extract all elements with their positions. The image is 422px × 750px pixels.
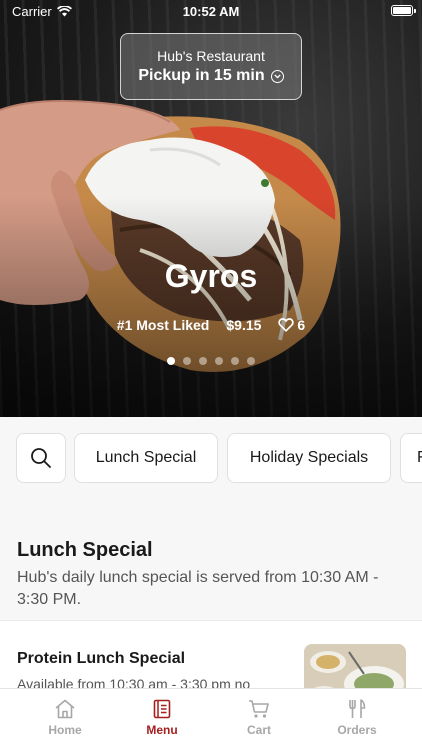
carousel-dot[interactable] bbox=[215, 357, 223, 365]
carousel-dot[interactable] bbox=[199, 357, 207, 365]
tab-menu-label: Menu bbox=[146, 723, 178, 737]
section-title: Lunch Special bbox=[17, 539, 153, 561]
tab-bar: Home Menu Cart Orders bbox=[0, 688, 422, 750]
tab-home-label: Home bbox=[48, 723, 82, 737]
like-count-value: 6 bbox=[297, 317, 306, 333]
tab-orders[interactable]: Orders bbox=[317, 699, 397, 737]
orders-icon bbox=[349, 699, 366, 718]
heart-icon bbox=[278, 318, 295, 332]
hero-gradient bbox=[0, 197, 422, 417]
featured-hero[interactable]: Carrier 10:52 AM Hub's Restaurant Pickup… bbox=[0, 0, 422, 417]
menu-item-name: Protein Lunch Special bbox=[17, 650, 186, 667]
carousel-dot[interactable] bbox=[231, 357, 239, 365]
tab-cart-label: Cart bbox=[246, 723, 271, 737]
category-strip[interactable]: Lunch Special Holiday Specials F bbox=[0, 417, 422, 499]
pickup-selector[interactable]: Hub's Restaurant Pickup in 15 min bbox=[120, 33, 302, 100]
status-time: 10:52 AM bbox=[182, 4, 240, 19]
featured-dish-meta: #1 Most Liked $9.15 6 bbox=[0, 317, 422, 333]
featured-dish-name: Gyros bbox=[164, 258, 258, 294]
pickup-time-label: Pickup in 15 min bbox=[138, 67, 265, 84]
restaurant-name: Hub's Restaurant bbox=[157, 48, 265, 64]
tab-cart[interactable]: Cart bbox=[219, 699, 299, 737]
featured-price: $9.15 bbox=[226, 317, 262, 333]
category-chip-holiday-specials[interactable]: Holiday Specials bbox=[227, 433, 391, 483]
tab-home[interactable]: Home bbox=[25, 699, 105, 737]
like-count[interactable]: 6 bbox=[278, 317, 305, 333]
battery-icon bbox=[391, 5, 416, 16]
carousel-dots[interactable] bbox=[0, 357, 422, 365]
most-liked-badge: #1 Most Liked bbox=[116, 317, 210, 333]
tab-orders-label: Orders bbox=[337, 723, 377, 737]
carousel-dot[interactable] bbox=[247, 357, 255, 365]
carousel-dot[interactable] bbox=[183, 357, 191, 365]
menu-icon bbox=[153, 699, 171, 719]
search-button[interactable] bbox=[16, 433, 66, 483]
home-icon bbox=[55, 699, 75, 719]
status-bar: Carrier 10:52 AM bbox=[0, 0, 422, 22]
section-description: Hub's daily lunch special is served from… bbox=[17, 569, 379, 608]
chevron-down-icon bbox=[270, 69, 284, 83]
carousel-dot[interactable] bbox=[167, 357, 175, 365]
category-chip-next[interactable]: F bbox=[400, 433, 422, 483]
cart-icon bbox=[249, 700, 269, 718]
category-chip-lunch-special[interactable]: Lunch Special bbox=[74, 433, 218, 483]
tab-menu[interactable]: Menu bbox=[122, 699, 202, 737]
search-icon bbox=[31, 448, 51, 468]
